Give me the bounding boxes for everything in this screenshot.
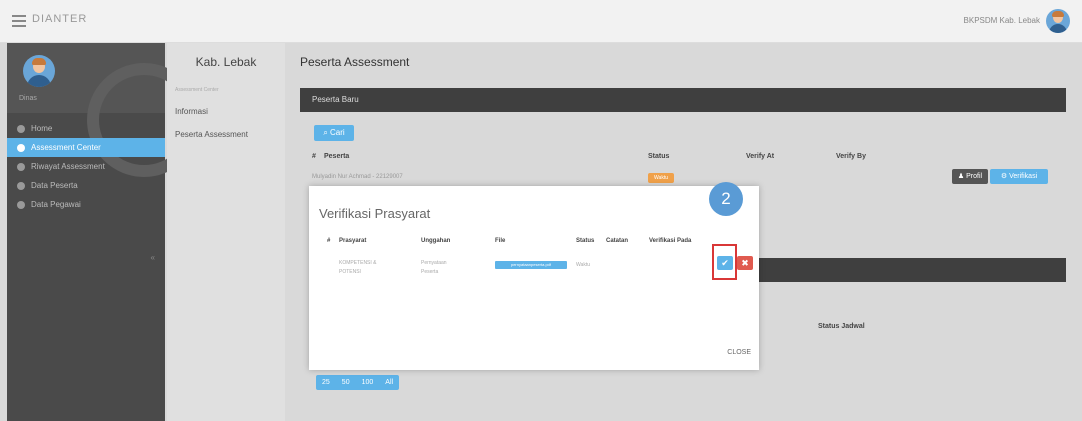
search-label: Cari (330, 128, 345, 137)
modal-header-file: File (495, 238, 506, 244)
sidebar-item-label: Riwayat Assessment (31, 162, 105, 171)
profil-label: Profil (966, 173, 983, 180)
sidebar-item-data-pegawai[interactable]: Data Pegawai (7, 195, 165, 214)
column-header-status-jadwal: Status Jadwal (818, 323, 865, 330)
unggahan-line-2: Peserta (421, 269, 439, 275)
search-icon: ⌕ (323, 128, 331, 137)
sidebar-item-data-peserta[interactable]: Data Peserta (7, 176, 165, 195)
home-icon (17, 124, 25, 133)
avatar[interactable] (1046, 9, 1070, 33)
modal-header-catatan: Catatan (606, 238, 629, 244)
sidebar-item-home[interactable]: Home (7, 119, 165, 138)
modal-header-number: # (327, 238, 331, 244)
collapse-icon[interactable]: « (151, 253, 155, 262)
verifikasi-label: Verifikasi (1009, 173, 1038, 180)
prasyarat-line-2: POTENSI (339, 269, 361, 275)
history-icon (17, 162, 25, 171)
close-button[interactable]: CLOSE (727, 349, 751, 356)
modal-header-prasyarat: Prasyarat (339, 238, 367, 244)
search-button[interactable]: ⌕ Cari (314, 125, 354, 141)
unggahan-line-1: Pernyataan (421, 260, 447, 266)
verifikasi-button[interactable]: ⚙ Verifikasi (990, 169, 1048, 184)
modal-header-status: Status (576, 238, 595, 244)
sub-navigation: Kab. Lebak Assessment Center Informasi P… (167, 43, 285, 421)
page-size-all[interactable]: All (379, 375, 399, 390)
gear-icon: ⚙ (1000, 173, 1010, 180)
user-role: Dinas (19, 95, 37, 102)
sidebar-nav: Home Assessment Center Riwayat Assessmen… (7, 119, 165, 214)
check-circle-icon (17, 143, 25, 152)
subnav-item-informasi[interactable]: Informasi (175, 107, 208, 116)
sidebar-item-assessment-center[interactable]: Assessment Center (7, 138, 165, 157)
highlight-box (712, 244, 737, 280)
column-header-status: Status (648, 153, 670, 160)
panel-header: Peserta Baru (300, 88, 1066, 112)
column-header-verify-by: Verify By (836, 153, 866, 160)
panel-header-secondary (745, 258, 1066, 282)
row-status: Waktu (576, 262, 590, 268)
column-header-verify-at: Verify At (746, 153, 775, 160)
page-title: Peserta Assessment (300, 55, 410, 69)
subnav-item-peserta-assessment[interactable]: Peserta Assessment (175, 130, 248, 139)
column-header-peserta: Peserta (324, 153, 350, 160)
status-badge: Waktu (648, 173, 674, 183)
subnav-title: Kab. Lebak (195, 55, 257, 69)
reject-button[interactable]: ✖ (737, 256, 753, 270)
modal-header-verifikasi-pada: Verifikasi Pada (649, 238, 692, 244)
modal-title: Verifikasi Prasyarat (319, 206, 431, 221)
sidebar-item-label: Data Peserta (31, 181, 78, 190)
file-link[interactable]: pernyataanpeserta.pdf (495, 261, 567, 269)
page-size-25[interactable]: 25 (316, 375, 336, 390)
sidebar: Dinas Home Assessment Center Riwayat Ass… (7, 43, 201, 421)
profil-button[interactable]: ♟ Profil (952, 169, 988, 184)
user-icon: ♟ (957, 173, 967, 180)
top-bar: DIANTER BKPSDM Kab. Lebak (0, 0, 1082, 43)
subnav-caption: Assessment Center (175, 87, 219, 93)
page-size-100[interactable]: 100 (356, 375, 380, 390)
users-icon (17, 181, 25, 190)
page-size-selector: 25 50 100 All (316, 375, 400, 390)
sidebar-item-riwayat-assessment[interactable]: Riwayat Assessment (7, 157, 165, 176)
sidebar-item-label: Home (31, 124, 53, 133)
user-name[interactable]: BKPSDM Kab. Lebak (964, 16, 1040, 25)
menu-icon[interactable] (12, 15, 26, 30)
participant-name: Mulyadin Nur Achmad - 22129007 (312, 174, 403, 180)
column-header-number: # (312, 153, 316, 160)
modal-header-unggahan: Unggahan (421, 238, 451, 244)
employees-icon (17, 200, 25, 209)
sidebar-item-label: Data Pegawai (31, 200, 81, 209)
page-size-50[interactable]: 50 (336, 375, 356, 390)
sidebar-avatar (23, 55, 55, 87)
app-title: DIANTER (32, 13, 88, 25)
verifikasi-modal: Verifikasi Prasyarat # Prasyarat Unggaha… (309, 182, 759, 370)
step-badge: 2 (709, 182, 743, 216)
sidebar-item-label: Assessment Center (31, 143, 101, 152)
prasyarat-line-1: KOMPETENSI & (339, 260, 377, 266)
